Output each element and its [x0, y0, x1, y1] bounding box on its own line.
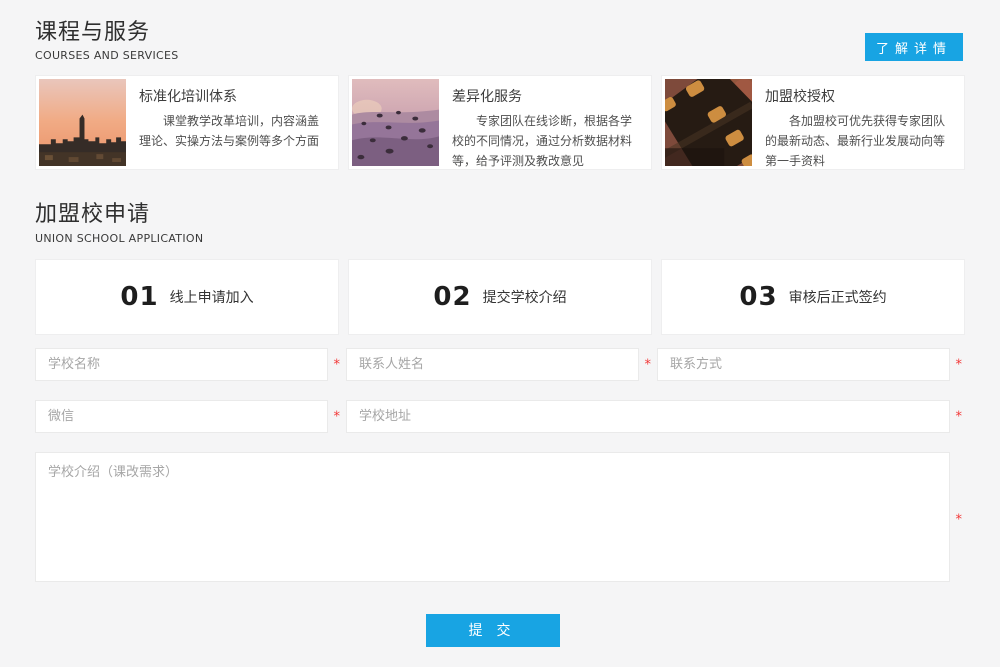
contact-name-input[interactable]	[346, 348, 639, 381]
city-sunset-image	[39, 79, 126, 166]
service-card-desc: 课堂教学改革培训，内容涵盖理论、实操方法与案例等多个方面	[139, 112, 329, 152]
step-label: 审核后正式签约	[789, 287, 887, 307]
school-intro-textarea[interactable]	[35, 452, 950, 582]
service-card-differentiated: 差异化服务 专家团队在线诊断，根据各学校的不同情况，通过分析数据材料等，给予评测…	[348, 75, 652, 170]
service-card-training: 标准化培训体系 课堂教学改革培训，内容涵盖理论、实操方法与案例等多个方面	[35, 75, 339, 170]
application-subtitle: UNION SCHOOL APPLICATION	[35, 232, 965, 245]
step-number: 01	[120, 282, 158, 312]
page-container: 课程与服务 COURSES AND SERVICES 了解详情	[0, 0, 1000, 335]
step-card-2: 02 提交学校介绍	[348, 259, 652, 335]
services-header: 课程与服务 COURSES AND SERVICES	[35, 0, 965, 62]
required-asterisk: *	[956, 411, 963, 424]
service-card-desc: 各加盟校可优先获得专家团队的最新动态、最新行业发展动向等第一手资料	[765, 112, 955, 171]
required-asterisk: *	[334, 411, 341, 424]
form-row-2: * *	[35, 400, 950, 433]
services-title: 课程与服务	[35, 20, 965, 46]
learn-more-button[interactable]: 了解详情	[865, 33, 963, 61]
step-card-3: 03 审核后正式签约	[661, 259, 965, 335]
contact-info-input[interactable]	[657, 348, 950, 381]
school-name-input[interactable]	[35, 348, 328, 381]
step-number: 03	[739, 282, 777, 312]
step-label: 线上申请加入	[170, 287, 254, 307]
submit-row: 提交	[35, 614, 950, 647]
services-subtitle: COURSES AND SERVICES	[35, 49, 965, 62]
step-number: 02	[433, 282, 471, 312]
service-cards-row: 标准化培训体系 课堂教学改革培训，内容涵盖理论、实操方法与案例等多个方面	[35, 75, 965, 170]
service-card-text: 标准化培训体系 课堂教学改革培训，内容涵盖理论、实操方法与案例等多个方面	[126, 79, 335, 166]
contact-name-field-wrap: *	[346, 348, 639, 381]
desert-dusk-image	[352, 79, 439, 166]
contact-info-field-wrap: *	[657, 348, 950, 381]
application-header: 加盟校申请 UNION SCHOOL APPLICATION	[35, 170, 965, 244]
application-form: * * * * * * 提交	[35, 348, 950, 647]
required-asterisk: *	[956, 359, 963, 372]
school-address-field-wrap: *	[346, 400, 950, 433]
step-card-1: 01 线上申请加入	[35, 259, 339, 335]
wechat-input[interactable]	[35, 400, 328, 433]
step-label: 提交学校介绍	[483, 287, 567, 307]
form-row-1: * * *	[35, 348, 950, 381]
required-asterisk: *	[956, 513, 963, 526]
service-card-desc: 专家团队在线诊断，根据各学校的不同情况，通过分析数据材料等，给予评测及教改意见	[452, 112, 642, 171]
application-title: 加盟校申请	[35, 202, 965, 228]
service-card-title: 标准化培训体系	[139, 86, 329, 106]
service-card-text: 差异化服务 专家团队在线诊断，根据各学校的不同情况，通过分析数据材料等，给予评测…	[439, 79, 648, 166]
school-intro-field-wrap: *	[35, 452, 950, 586]
submit-button[interactable]: 提交	[426, 614, 560, 647]
service-card-text: 加盟校授权 各加盟校可优先获得专家团队的最新动态、最新行业发展动向等第一手资料	[752, 79, 961, 166]
required-asterisk: *	[645, 359, 652, 372]
service-card-title: 加盟校授权	[765, 86, 955, 106]
service-card-authorization: 加盟校授权 各加盟校可优先获得专家团队的最新动态、最新行业发展动向等第一手资料	[661, 75, 965, 170]
school-address-input[interactable]	[346, 400, 950, 433]
school-name-field-wrap: *	[35, 348, 328, 381]
application-steps-row: 01 线上申请加入 02 提交学校介绍 03 审核后正式签约	[35, 259, 965, 335]
required-asterisk: *	[334, 359, 341, 372]
service-card-title: 差异化服务	[452, 86, 642, 106]
wechat-field-wrap: *	[35, 400, 328, 433]
film-strip-image	[665, 79, 752, 166]
